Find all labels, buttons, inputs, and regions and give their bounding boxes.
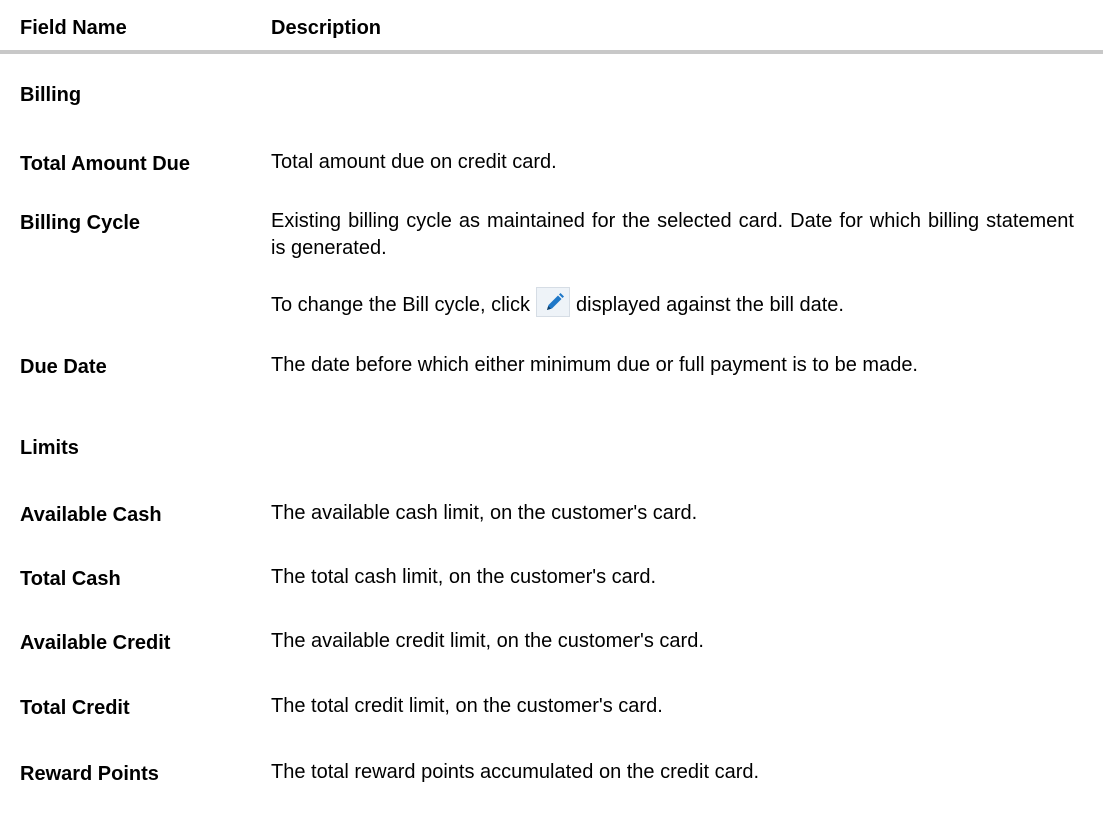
field-total-amount-due: Total Amount Due	[20, 153, 190, 175]
field-due-date: Due Date	[20, 356, 107, 378]
desc-text: The total cash limit, on the customer's …	[271, 566, 657, 588]
desc-text: To change the Bill cycle, click	[271, 294, 531, 316]
desc-total-amount-due: Total amount due on credit card.	[271, 149, 1074, 176]
desc-text: The date before which either minimum due…	[271, 354, 918, 376]
field-total-cash: Total Cash	[20, 568, 121, 590]
desc-total-credit: The total credit limit, on the customer'…	[271, 693, 1074, 720]
table-header: Field Name Description	[0, 0, 1103, 54]
desc-text: displayed against the bill date.	[576, 294, 844, 316]
desc-available-credit: The available credit limit, on the custo…	[271, 628, 1074, 655]
desc-text: Existing billing cycle as maintained for…	[271, 210, 1074, 259]
desc-text: The total credit limit, on the customer'…	[271, 695, 663, 717]
section-label-billing: Billing	[20, 84, 82, 106]
desc-available-cash: The available cash limit, on the custome…	[271, 500, 1074, 527]
pencil-edit-icon	[536, 287, 571, 317]
desc-edit-instruction: To change the Bill cycle, click displayed…	[271, 287, 1074, 319]
field-billing-cycle: Billing Cycle	[20, 212, 141, 234]
desc-text: The available credit limit, on the custo…	[271, 630, 704, 652]
field-available-cash: Available Cash	[20, 504, 162, 526]
desc-text: Total amount due on credit card.	[271, 151, 557, 173]
desc-text: The total reward points accumulated on t…	[271, 761, 760, 783]
field-total-credit: Total Credit	[20, 697, 130, 719]
header-field-name: Field Name	[20, 17, 127, 39]
desc-total-cash: The total cash limit, on the customer's …	[271, 564, 1074, 591]
desc-reward-points: The total reward points accumulated on t…	[271, 759, 1074, 786]
header-description: Description	[271, 17, 382, 39]
desc-due-date: The date before which either minimum due…	[271, 352, 1074, 379]
desc-billing-cycle: Existing billing cycle as maintained for…	[271, 208, 1074, 319]
section-label-limits: Limits	[20, 437, 79, 459]
field-available-credit: Available Credit	[20, 632, 171, 654]
field-reward-points: Reward Points	[20, 763, 159, 785]
desc-text: The available cash limit, on the custome…	[271, 502, 698, 524]
